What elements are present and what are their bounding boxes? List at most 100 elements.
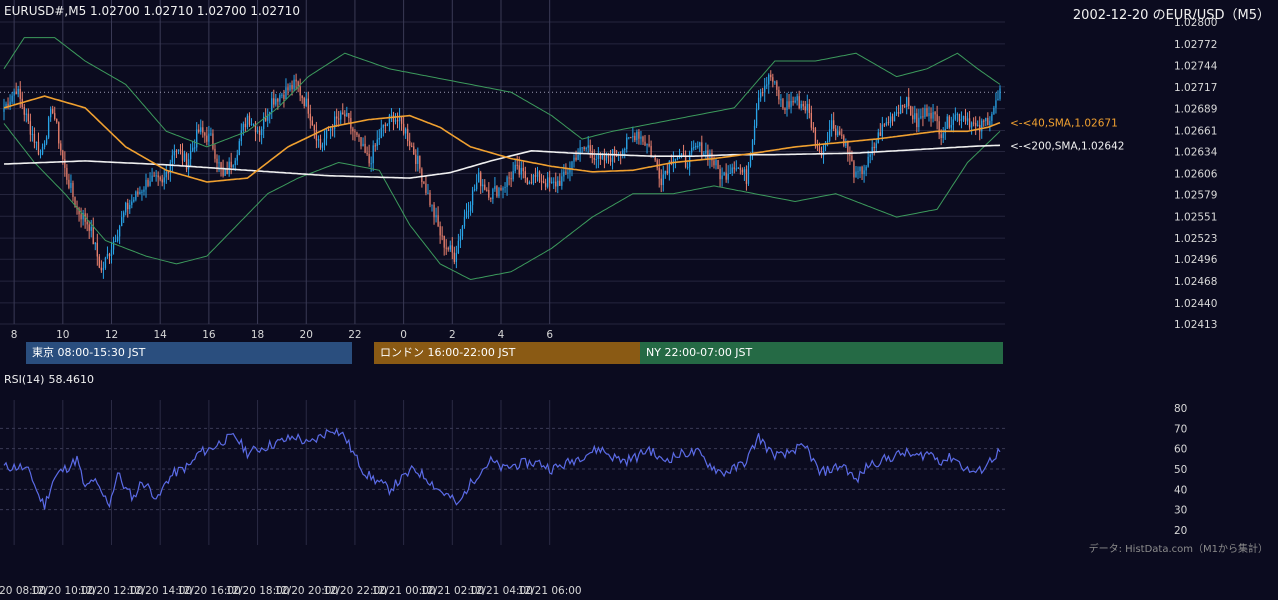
candle-body: [149, 181, 151, 186]
candle-body: [942, 133, 944, 139]
candle-body: [90, 226, 92, 231]
candle-body: [62, 150, 64, 160]
candle-body: [293, 79, 295, 90]
candle-body: [719, 168, 721, 180]
candle-body: [906, 97, 908, 108]
candle-body: [228, 161, 230, 175]
candle-body: [275, 98, 277, 105]
candle-body: [210, 133, 212, 135]
candle-body: [54, 113, 56, 120]
candle-body: [995, 100, 997, 108]
x-tick-label: 12: [105, 329, 118, 341]
candle-body: [486, 189, 488, 191]
candle-body: [691, 147, 693, 153]
candle-body: [23, 107, 25, 115]
candle-body: [358, 135, 360, 138]
candle-body: [717, 160, 719, 169]
candle-body: [946, 116, 948, 129]
candle-body: [522, 167, 524, 172]
candle-body: [143, 189, 145, 192]
candle-body: [443, 235, 445, 248]
candle-body: [120, 217, 123, 227]
candle-body: [904, 106, 906, 108]
x-tick-label: 14: [154, 329, 168, 341]
candle-body: [676, 158, 679, 160]
candle-body: [35, 141, 38, 143]
candle-body: [299, 86, 301, 96]
candle-body: [425, 183, 427, 193]
candle-body: [305, 98, 307, 106]
candle-body: [200, 127, 202, 132]
candle-body: [972, 122, 975, 124]
candle-body: [950, 124, 952, 128]
candle-body: [723, 172, 725, 176]
x-tick-label: 20: [300, 329, 313, 341]
candle-body: [636, 131, 638, 141]
candle-body: [394, 120, 397, 122]
candle-body: [918, 117, 920, 128]
y-tick-label: 1.02468: [1174, 276, 1217, 288]
candle-body: [593, 157, 595, 160]
candle-body: [147, 179, 149, 186]
candle-body: [449, 245, 451, 250]
candle-body: [123, 212, 125, 218]
candle-body: [492, 189, 494, 199]
bollinger-lower-line: [3, 123, 1001, 281]
candle-body: [421, 168, 423, 183]
candle-body: [153, 175, 155, 177]
candle-body: [741, 169, 744, 173]
candle-body: [396, 120, 399, 122]
candle-body: [506, 177, 508, 188]
candle-body: [131, 201, 133, 205]
candle-body: [883, 124, 886, 126]
candle-body: [208, 133, 210, 142]
candle-body: [346, 112, 348, 117]
candle-body: [648, 143, 650, 146]
candle-body: [798, 96, 800, 109]
candle-body: [565, 171, 567, 173]
candle-body: [313, 125, 316, 131]
candle-body: [47, 117, 50, 138]
x-tick-label: 6: [546, 329, 553, 341]
y-tick-label: 1.02413: [1174, 319, 1217, 331]
candle-body: [721, 175, 723, 180]
candle-body: [686, 166, 689, 168]
candle-body: [806, 103, 808, 111]
candle-body: [780, 99, 782, 101]
candle-body: [43, 143, 46, 148]
candle-body: [331, 128, 334, 130]
candle-body: [603, 155, 606, 161]
candle-body: [583, 147, 585, 150]
candle-body: [970, 122, 973, 128]
candle-body: [926, 108, 928, 117]
candle-body: [127, 202, 129, 210]
candle-body: [179, 149, 182, 152]
candle-body: [129, 204, 131, 210]
candle-body: [70, 182, 72, 188]
candle-body: [366, 152, 368, 154]
candle-body: [993, 107, 995, 115]
candle-body: [271, 98, 273, 113]
candle-body: [52, 109, 54, 114]
candle-body: [544, 183, 547, 187]
candle-body: [475, 182, 478, 190]
candle-body: [151, 175, 153, 182]
y-tick-label: 1.02661: [1174, 125, 1217, 137]
rsi-tick-label: 30: [1174, 505, 1187, 517]
candle-body: [500, 187, 502, 191]
candle-body: [916, 113, 918, 128]
rsi-tick-label: 60: [1174, 444, 1187, 456]
candle-body: [952, 119, 955, 125]
candle-body: [108, 253, 111, 257]
candle-body: [757, 97, 760, 109]
candle-body: [764, 85, 766, 93]
y-tick-label: 1.02496: [1174, 254, 1218, 266]
candle-body: [835, 128, 837, 136]
candle-body: [114, 241, 117, 243]
candle-body: [697, 145, 699, 147]
candle-body: [964, 116, 967, 122]
candle-body: [382, 124, 384, 128]
candle-body: [64, 159, 66, 168]
candle-body: [427, 192, 429, 194]
candle-body: [999, 88, 1001, 99]
